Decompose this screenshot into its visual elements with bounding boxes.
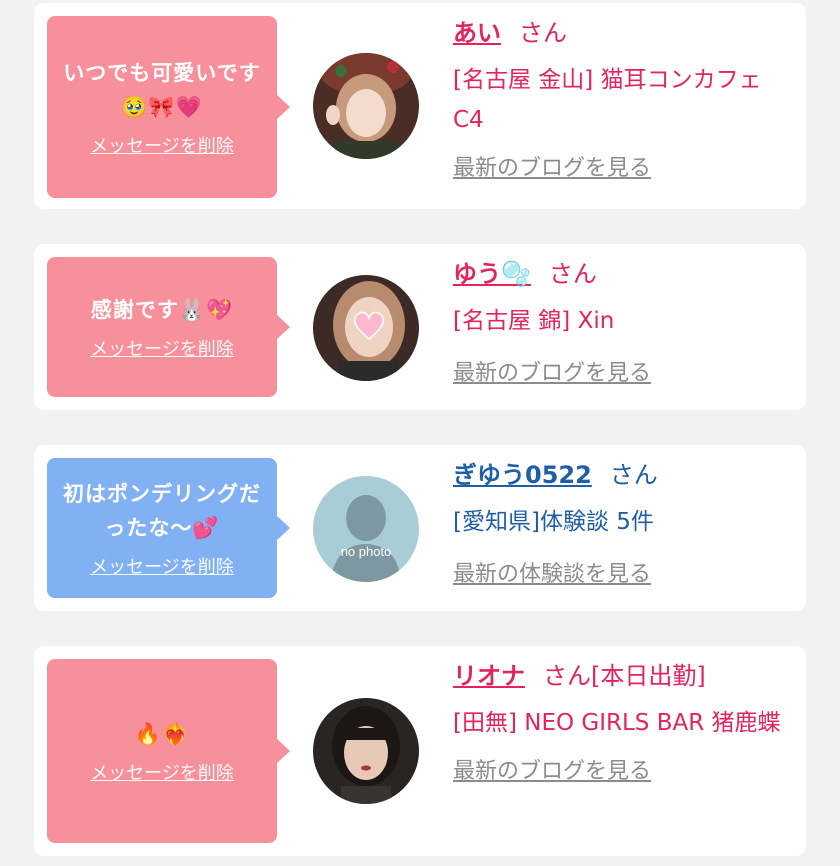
work-status: [本日出勤] (591, 662, 706, 690)
sender-info: ゆう🫧 さん [名古屋 錦] Xin 最新のブログを見る (453, 257, 793, 387)
sender-name-link[interactable]: あい (453, 19, 501, 47)
message-card: 🔥❤️‍🔥 メッセージを削除 リオナ さん[本日出勤] [田無] NEO GIRL… (34, 646, 806, 856)
sender-name-link[interactable]: ゆう🫧 (453, 260, 531, 288)
sender-detail: [田無] NEO GIRLS BAR 猪鹿蝶 (453, 710, 781, 736)
honorific: さん (543, 662, 591, 690)
latest-blog-link[interactable]: 最新のブログを見る (453, 753, 793, 785)
sender-detail: [愛知県]体験談 5件 (453, 509, 654, 535)
latest-blog-link[interactable]: 最新のブログを見る (453, 355, 793, 387)
message-text: 初はポンデリングだったな〜💕 (63, 482, 261, 540)
no-photo-label: no photo (341, 544, 392, 559)
sender-name-link[interactable]: ぎゆう0522 (453, 461, 592, 489)
sender-info: あい さん [名古屋 金山] 猫耳コンカフェ C4 最新のブログを見る (453, 16, 793, 182)
no-photo-avatar: no photo (313, 476, 419, 582)
message-list: いつでも可愛いです🥹🎀💗 メッセージを削除 あい さん [名古屋 金山] 猫耳コン… (0, 0, 840, 866)
honorific: さん (519, 19, 567, 47)
message-bubble: 感謝です🐰💖 メッセージを削除 (47, 257, 290, 397)
avatar[interactable] (313, 698, 419, 804)
message-card: 初はポンデリングだったな〜💕 メッセージを削除 no photo ぎゆう0522… (34, 445, 806, 611)
message-text: いつでも可愛いです🥹🎀💗 (63, 61, 261, 119)
avatar-photo (313, 53, 419, 159)
sender-info: ぎゆう0522 さん [愛知県]体験談 5件 最新の体験談を見る (453, 458, 793, 588)
delete-message-link[interactable]: メッセージを削除 (90, 553, 234, 579)
avatar-photo (313, 698, 419, 804)
message-bubble: いつでも可愛いです🥹🎀💗 メッセージを削除 (47, 16, 290, 198)
sender-name-link[interactable]: リオナ (453, 662, 525, 690)
delete-message-link[interactable]: メッセージを削除 (90, 335, 234, 361)
latest-review-link[interactable]: 最新の体験談を見る (453, 556, 793, 588)
message-text: 感謝です🐰💖 (90, 298, 234, 322)
sender-info: リオナ さん[本日出勤] [田無] NEO GIRLS BAR 猪鹿蝶 最新のブロ… (453, 659, 793, 785)
avatar[interactable] (313, 275, 419, 381)
message-text: 🔥❤️‍🔥 (134, 722, 190, 746)
honorific: さん (609, 461, 658, 489)
sender-detail: [名古屋 金山] 猫耳コンカフェ C4 (453, 67, 762, 133)
avatar[interactable]: no photo (313, 476, 419, 582)
message-card: いつでも可愛いです🥹🎀💗 メッセージを削除 あい さん [名古屋 金山] 猫耳コン… (34, 3, 806, 209)
avatar[interactable] (313, 53, 419, 159)
message-bubble: 初はポンデリングだったな〜💕 メッセージを削除 (47, 458, 290, 598)
delete-message-link[interactable]: メッセージを削除 (90, 132, 234, 158)
message-bubble: 🔥❤️‍🔥 メッセージを削除 (47, 659, 290, 843)
delete-message-link[interactable]: メッセージを削除 (90, 759, 234, 785)
avatar-photo (313, 275, 419, 381)
latest-blog-link[interactable]: 最新のブログを見る (453, 150, 793, 182)
honorific: さん (548, 260, 597, 288)
sender-detail: [名古屋 錦] Xin (453, 308, 615, 334)
message-card: 感謝です🐰💖 メッセージを削除 ゆう🫧 さん [名古屋 錦] Xin 最新のブログ… (34, 244, 806, 410)
